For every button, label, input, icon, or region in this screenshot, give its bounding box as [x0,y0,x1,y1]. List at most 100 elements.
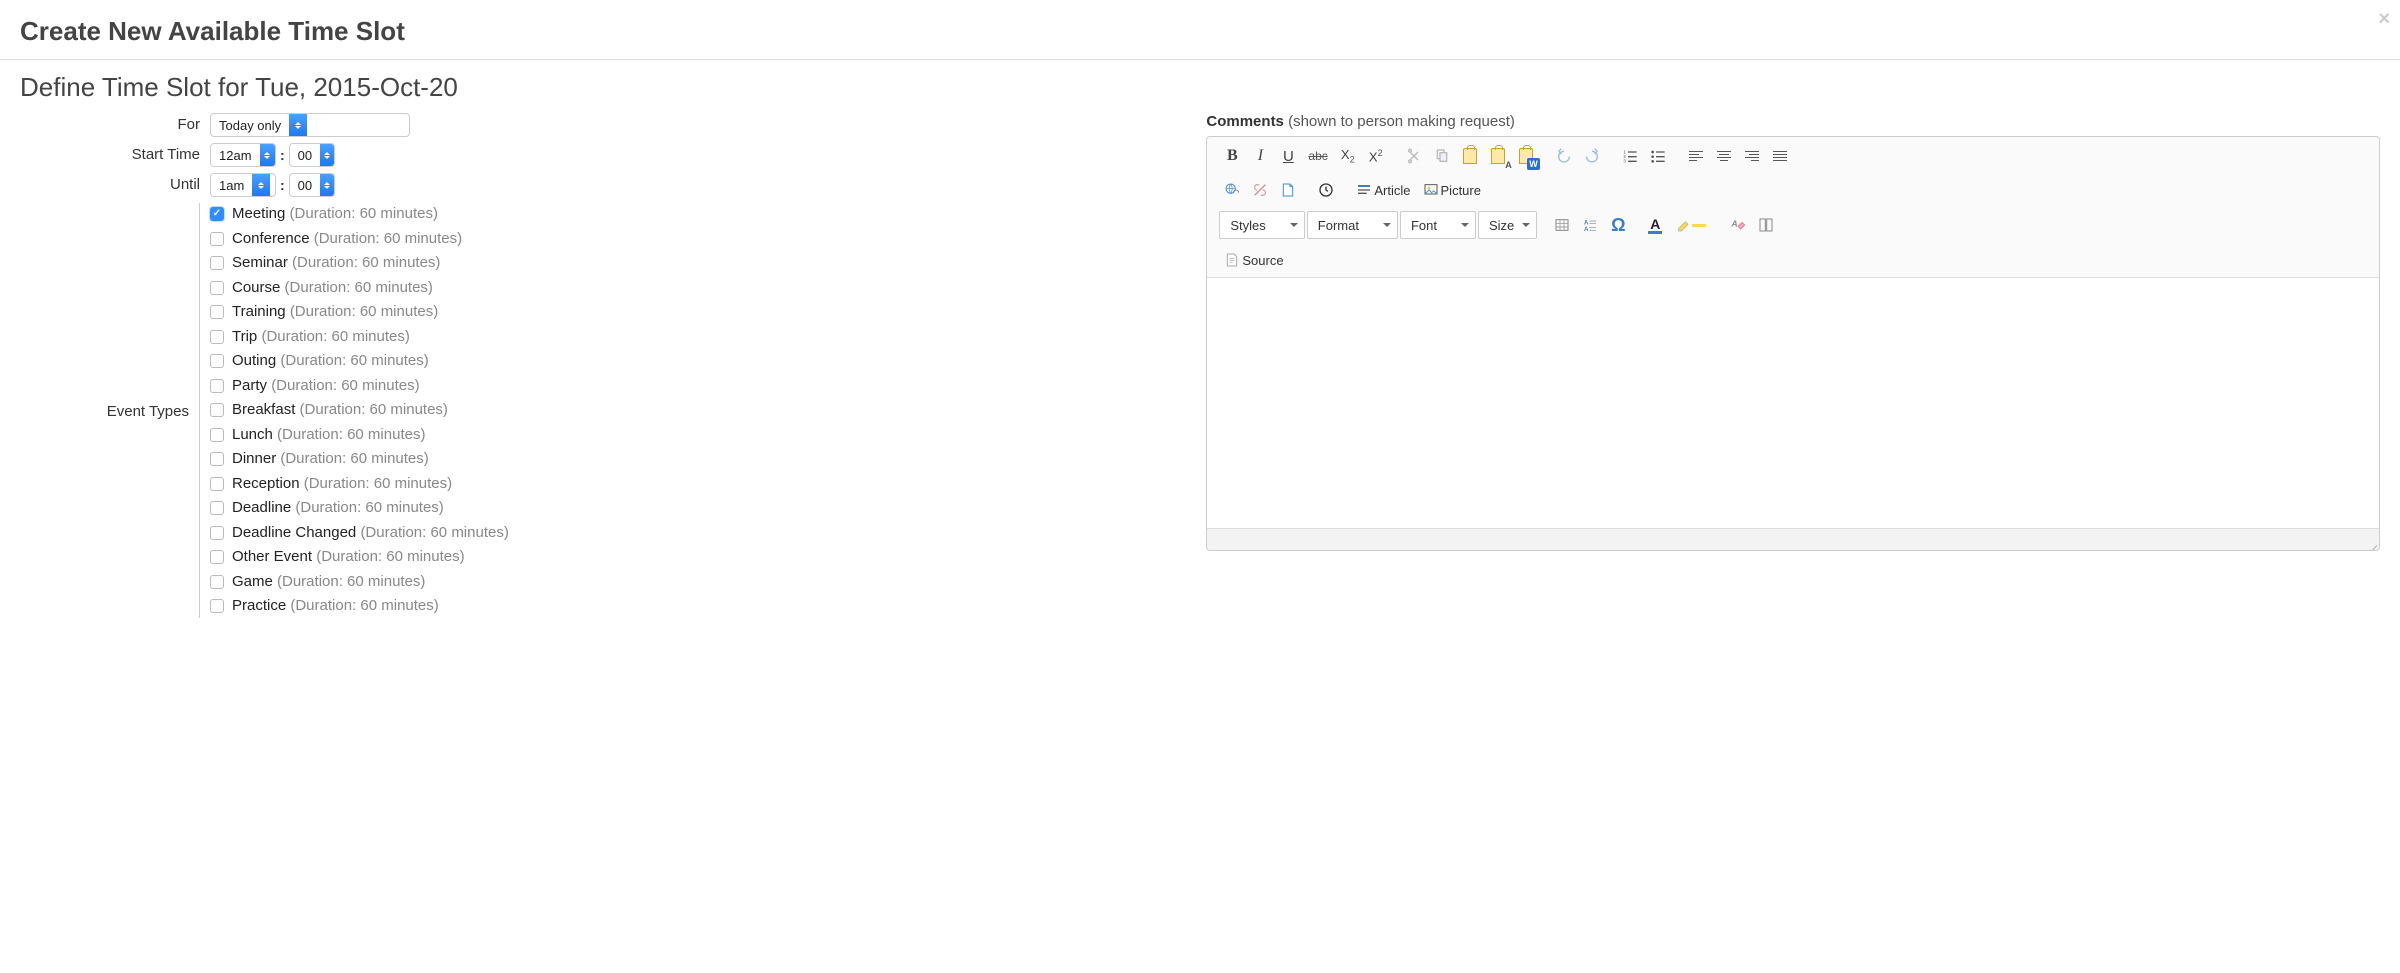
stepper-icon [289,114,307,136]
checkbox[interactable] [210,305,224,319]
font-combo[interactable]: Font [1400,211,1476,239]
cut-button[interactable] [1401,143,1427,169]
italic-button[interactable]: I [1247,143,1273,169]
checkbox[interactable] [210,330,224,344]
table-button[interactable] [1549,212,1575,238]
special-char-button[interactable]: Ω [1605,212,1631,238]
article-button[interactable]: Article [1351,177,1415,203]
format-combo[interactable]: Format [1307,211,1398,239]
link-button[interactable] [1219,177,1245,203]
undo-button[interactable] [1551,143,1577,169]
event-type-duration: (Duration: 60 minutes) [277,573,425,590]
editor-textarea[interactable] [1207,278,2379,528]
article-icon [1356,182,1372,198]
styles-combo[interactable]: Styles [1219,211,1304,239]
align-center-button[interactable] [1711,143,1737,169]
checkbox[interactable] [210,550,224,564]
checkbox[interactable] [210,477,224,491]
label-start-time: Start Time [20,143,200,163]
checkbox[interactable] [210,575,224,589]
event-type-name: Reception [232,475,304,492]
event-type-row[interactable]: Trip (Duration: 60 minutes) [210,326,1176,349]
strike-button[interactable]: abc [1303,143,1332,169]
paste-word-button[interactable]: W [1513,143,1539,169]
event-type-row[interactable]: Breakfast (Duration: 60 minutes) [210,399,1176,422]
bg-color-button[interactable] [1671,212,1713,238]
until-minute-select[interactable]: 00 [289,173,335,197]
checkbox[interactable] [210,599,224,613]
show-blocks-button[interactable] [1753,212,1779,238]
redo-button[interactable] [1579,143,1605,169]
event-type-row[interactable]: Practice (Duration: 60 minutes) [210,595,1176,618]
picture-button[interactable]: Picture [1418,177,1486,203]
svg-text:A: A [1731,218,1738,228]
event-type-row[interactable]: Seminar (Duration: 60 minutes) [210,252,1176,275]
for-select[interactable]: Today only [210,113,410,137]
clipboard-icon [1463,148,1477,164]
align-justify-button[interactable] [1767,143,1793,169]
resize-handle[interactable] [2365,536,2377,548]
source-icon [1224,252,1240,268]
numbered-list-button[interactable]: 1 2 3 [1617,143,1643,169]
svg-text:3: 3 [1623,159,1626,164]
anchor-button[interactable] [1275,177,1301,203]
event-type-row[interactable]: Training (Duration: 60 minutes) [210,301,1176,324]
checkbox[interactable] [210,501,224,515]
checkbox[interactable] [210,403,224,417]
event-type-row[interactable]: Deadline (Duration: 60 minutes) [210,497,1176,520]
comments-label-light: (shown to person making request) [1284,113,1515,130]
size-combo[interactable]: Size [1478,211,1537,239]
event-type-name: Dinner [232,450,280,467]
colon: : [280,177,285,193]
bold-button[interactable]: B [1219,143,1245,169]
remove-format-button[interactable]: A [1725,212,1751,238]
checkbox[interactable] [210,207,224,221]
event-type-row[interactable]: Conference (Duration: 60 minutes) [210,228,1176,251]
paste-text-button[interactable]: A [1485,143,1511,169]
start-minute-select[interactable]: 00 [289,143,335,167]
text-color-button[interactable]: A [1643,212,1669,238]
event-type-row[interactable]: Reception (Duration: 60 minutes) [210,473,1176,496]
checkbox[interactable] [210,526,224,540]
event-type-name: Training [232,303,290,320]
clock-button[interactable] [1313,177,1339,203]
event-type-duration: (Duration: 60 minutes) [290,597,438,614]
checkbox[interactable] [210,452,224,466]
format-label: Format [1318,218,1359,233]
checkbox[interactable] [210,232,224,246]
table-icon [1554,217,1570,233]
event-type-duration: (Duration: 60 minutes) [295,499,443,516]
superscript-button[interactable]: X2 [1363,143,1389,169]
start-hour-select[interactable]: 12am [210,143,276,167]
until-hour-select[interactable]: 1am [210,173,276,197]
event-type-row[interactable]: Outing (Duration: 60 minutes) [210,350,1176,373]
copy-button[interactable] [1429,143,1455,169]
align-left-button[interactable] [1683,143,1709,169]
globe-link-icon [1224,182,1240,198]
close-icon[interactable]: × [2378,8,2390,31]
align-right-button[interactable] [1739,143,1765,169]
underline-button[interactable]: U [1275,143,1301,169]
event-type-row[interactable]: Game (Duration: 60 minutes) [210,571,1176,594]
event-type-row[interactable]: Other Event (Duration: 60 minutes) [210,546,1176,569]
checkbox[interactable] [210,428,224,442]
bullet-list-button[interactable] [1645,143,1671,169]
event-type-row[interactable]: Party (Duration: 60 minutes) [210,375,1176,398]
event-type-name: Deadline [232,499,295,516]
source-button[interactable]: Source [1219,247,1288,273]
event-type-row[interactable]: Lunch (Duration: 60 minutes) [210,424,1176,447]
comments-label: Comments (shown to person making request… [1206,113,2380,130]
div-button[interactable]: AA [1577,212,1603,238]
subtitle: Define Time Slot for Tue, 2015-Oct-20 [20,72,2380,103]
checkbox[interactable] [210,354,224,368]
paste-button[interactable] [1457,143,1483,169]
checkbox[interactable] [210,379,224,393]
event-type-row[interactable]: Dinner (Duration: 60 minutes) [210,448,1176,471]
unlink-button[interactable] [1247,177,1273,203]
event-type-row[interactable]: Course (Duration: 60 minutes) [210,277,1176,300]
event-type-row[interactable]: Meeting (Duration: 60 minutes) [210,203,1176,226]
event-type-row[interactable]: Deadline Changed (Duration: 60 minutes) [210,522,1176,545]
checkbox[interactable] [210,281,224,295]
subscript-button[interactable]: X2 [1335,143,1361,169]
checkbox[interactable] [210,256,224,270]
